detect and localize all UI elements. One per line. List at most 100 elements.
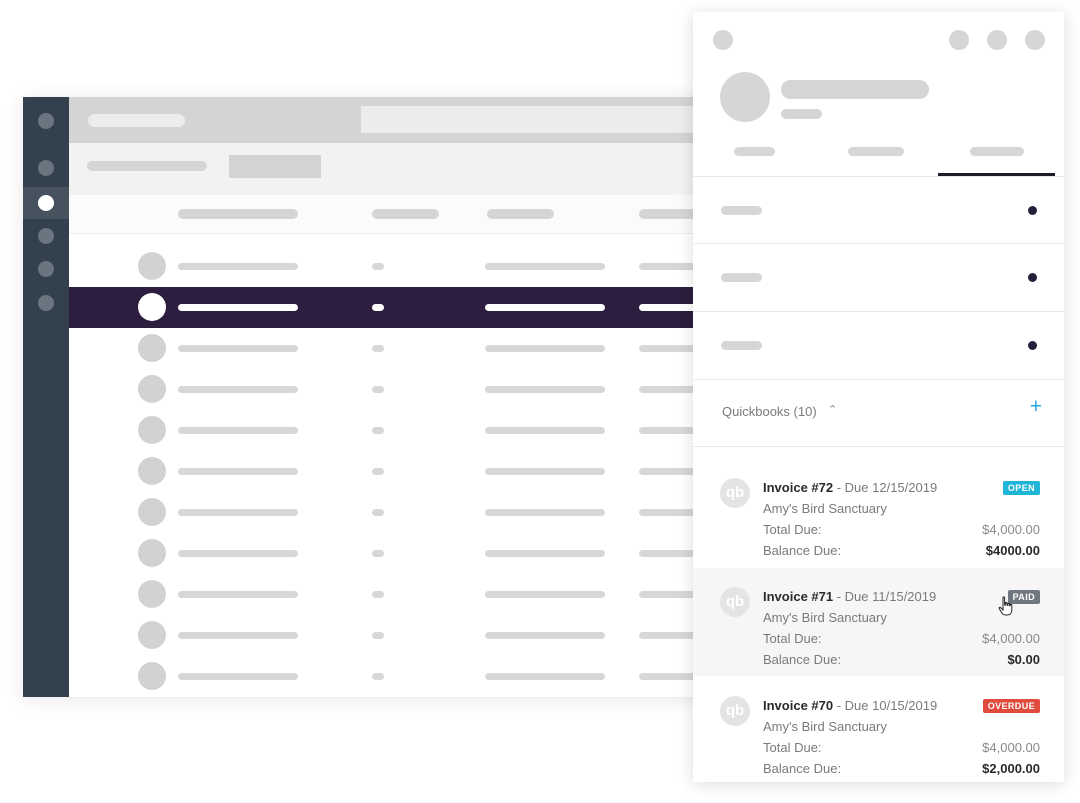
- avatar: [138, 539, 166, 567]
- avatar: [138, 580, 166, 608]
- field-row[interactable]: [693, 312, 1064, 379]
- field-row[interactable]: [693, 177, 1064, 244]
- table-row[interactable]: [69, 369, 723, 410]
- divider: [693, 446, 1064, 447]
- invoice-card[interactable]: qb Invoice #70 - Due 10/15/2019 Amy's Bi…: [693, 677, 1064, 782]
- cell-placeholder: [485, 509, 605, 516]
- search-bar-placeholder[interactable]: [361, 106, 723, 133]
- table-row[interactable]: [69, 246, 723, 287]
- avatar: [138, 621, 166, 649]
- table-row-selected[interactable]: [69, 287, 723, 328]
- section-title: Quickbooks (10): [722, 404, 817, 419]
- cell-placeholder: [485, 468, 605, 475]
- table-column-header: [69, 195, 723, 234]
- quickbooks-section-header[interactable]: Quickbooks (10) ⌃ +: [693, 380, 1064, 446]
- cell-placeholder: [372, 345, 384, 352]
- column-header-placeholder[interactable]: [178, 209, 298, 219]
- rail-nav-icon[interactable]: [38, 295, 54, 311]
- invoice-due-date: - Due 10/15/2019: [833, 698, 938, 713]
- panel-action-icon[interactable]: [1025, 30, 1045, 50]
- cell-placeholder: [178, 632, 298, 639]
- avatar: [138, 498, 166, 526]
- cell-placeholder: [485, 345, 605, 352]
- field-label-placeholder: [721, 341, 762, 350]
- field-row[interactable]: [693, 244, 1064, 311]
- invoice-card-hovered[interactable]: qb Invoice #71 - Due 11/15/2019 Amy's Bi…: [693, 568, 1064, 676]
- cell-placeholder: [178, 591, 298, 598]
- tab-placeholder-active[interactable]: [970, 147, 1024, 156]
- cell-placeholder: [178, 263, 298, 270]
- panel-action-icon[interactable]: [949, 30, 969, 50]
- rail-nav-icon[interactable]: [38, 261, 54, 277]
- table-row[interactable]: [69, 615, 723, 656]
- total-due-value: $4,000.00: [982, 522, 1040, 537]
- toolbar-button-placeholder[interactable]: [229, 155, 321, 178]
- contact-avatar: [720, 72, 770, 122]
- column-header-placeholder[interactable]: [372, 209, 439, 219]
- invoice-customer: Amy's Bird Sanctuary: [763, 719, 887, 734]
- table-row[interactable]: [69, 492, 723, 533]
- cell-placeholder: [178, 550, 298, 557]
- close-icon[interactable]: [713, 30, 733, 50]
- hand-pointer-icon: [998, 596, 1014, 622]
- status-dot-icon: [1028, 206, 1037, 215]
- contact-name-placeholder: [781, 80, 929, 99]
- table-row[interactable]: [69, 533, 723, 574]
- cell-placeholder: [485, 550, 605, 557]
- column-header-placeholder[interactable]: [487, 209, 554, 219]
- balance-due-label: Balance Due:: [763, 543, 842, 558]
- tab-placeholder[interactable]: [848, 147, 904, 156]
- cell-placeholder: [485, 427, 605, 434]
- table-row[interactable]: [69, 328, 723, 369]
- table-row[interactable]: [69, 410, 723, 451]
- table-row[interactable]: [69, 574, 723, 615]
- status-dot-icon: [1028, 273, 1037, 282]
- cell-placeholder: [178, 386, 298, 393]
- balance-due-label: Balance Due:: [763, 652, 842, 667]
- status-badge: OVERDUE: [982, 699, 1040, 713]
- top-bar: [69, 97, 723, 143]
- invoice-title: Invoice #70 - Due 10/15/2019: [763, 698, 938, 713]
- cell-placeholder: [372, 304, 384, 311]
- invoice-title: Invoice #72 - Due 12/15/2019: [763, 480, 938, 495]
- sub-toolbar: [69, 143, 723, 195]
- cell-placeholder: [372, 591, 384, 598]
- plus-icon[interactable]: +: [1030, 396, 1042, 417]
- avatar: [138, 662, 166, 690]
- avatar: [138, 252, 166, 280]
- field-label-placeholder: [721, 273, 762, 282]
- cell-placeholder: [178, 468, 298, 475]
- invoice-due-date: - Due 11/15/2019: [833, 589, 937, 604]
- background-app-window: [23, 97, 723, 697]
- panel-action-icon[interactable]: [987, 30, 1007, 50]
- contact-detail-panel: Quickbooks (10) ⌃ + qb Invoice #72 - Due…: [693, 12, 1064, 782]
- field-label-placeholder: [721, 206, 762, 215]
- total-due-label: Total Due:: [763, 631, 822, 646]
- table-row[interactable]: [69, 656, 723, 697]
- avatar: [138, 293, 166, 321]
- balance-due-value: $2,000.00: [982, 761, 1040, 776]
- cell-placeholder: [178, 304, 298, 311]
- table-row[interactable]: [69, 451, 723, 492]
- cell-placeholder: [178, 345, 298, 352]
- cell-placeholder: [485, 263, 605, 270]
- avatar: [138, 457, 166, 485]
- rail-nav-icon-active[interactable]: [38, 195, 54, 211]
- avatar: [138, 416, 166, 444]
- cell-placeholder: [485, 304, 605, 311]
- rail-nav-icon[interactable]: [38, 160, 54, 176]
- invoice-due-date: - Due 12/15/2019: [833, 480, 938, 495]
- cell-placeholder: [485, 632, 605, 639]
- cell-placeholder: [372, 263, 384, 270]
- cell-placeholder: [372, 632, 384, 639]
- total-due-value: $4,000.00: [982, 631, 1040, 646]
- rail-logo-icon[interactable]: [38, 113, 54, 129]
- quickbooks-logo-icon: qb: [720, 478, 750, 508]
- balance-due-value: $0.00: [1007, 652, 1040, 667]
- chevron-up-icon[interactable]: ⌃: [828, 403, 837, 416]
- total-due-label: Total Due:: [763, 740, 822, 755]
- invoice-card[interactable]: qb Invoice #72 - Due 12/15/2019 Amy's Bi…: [693, 459, 1064, 567]
- total-due-value: $4,000.00: [982, 740, 1040, 755]
- tab-placeholder[interactable]: [734, 147, 775, 156]
- rail-nav-icon[interactable]: [38, 228, 54, 244]
